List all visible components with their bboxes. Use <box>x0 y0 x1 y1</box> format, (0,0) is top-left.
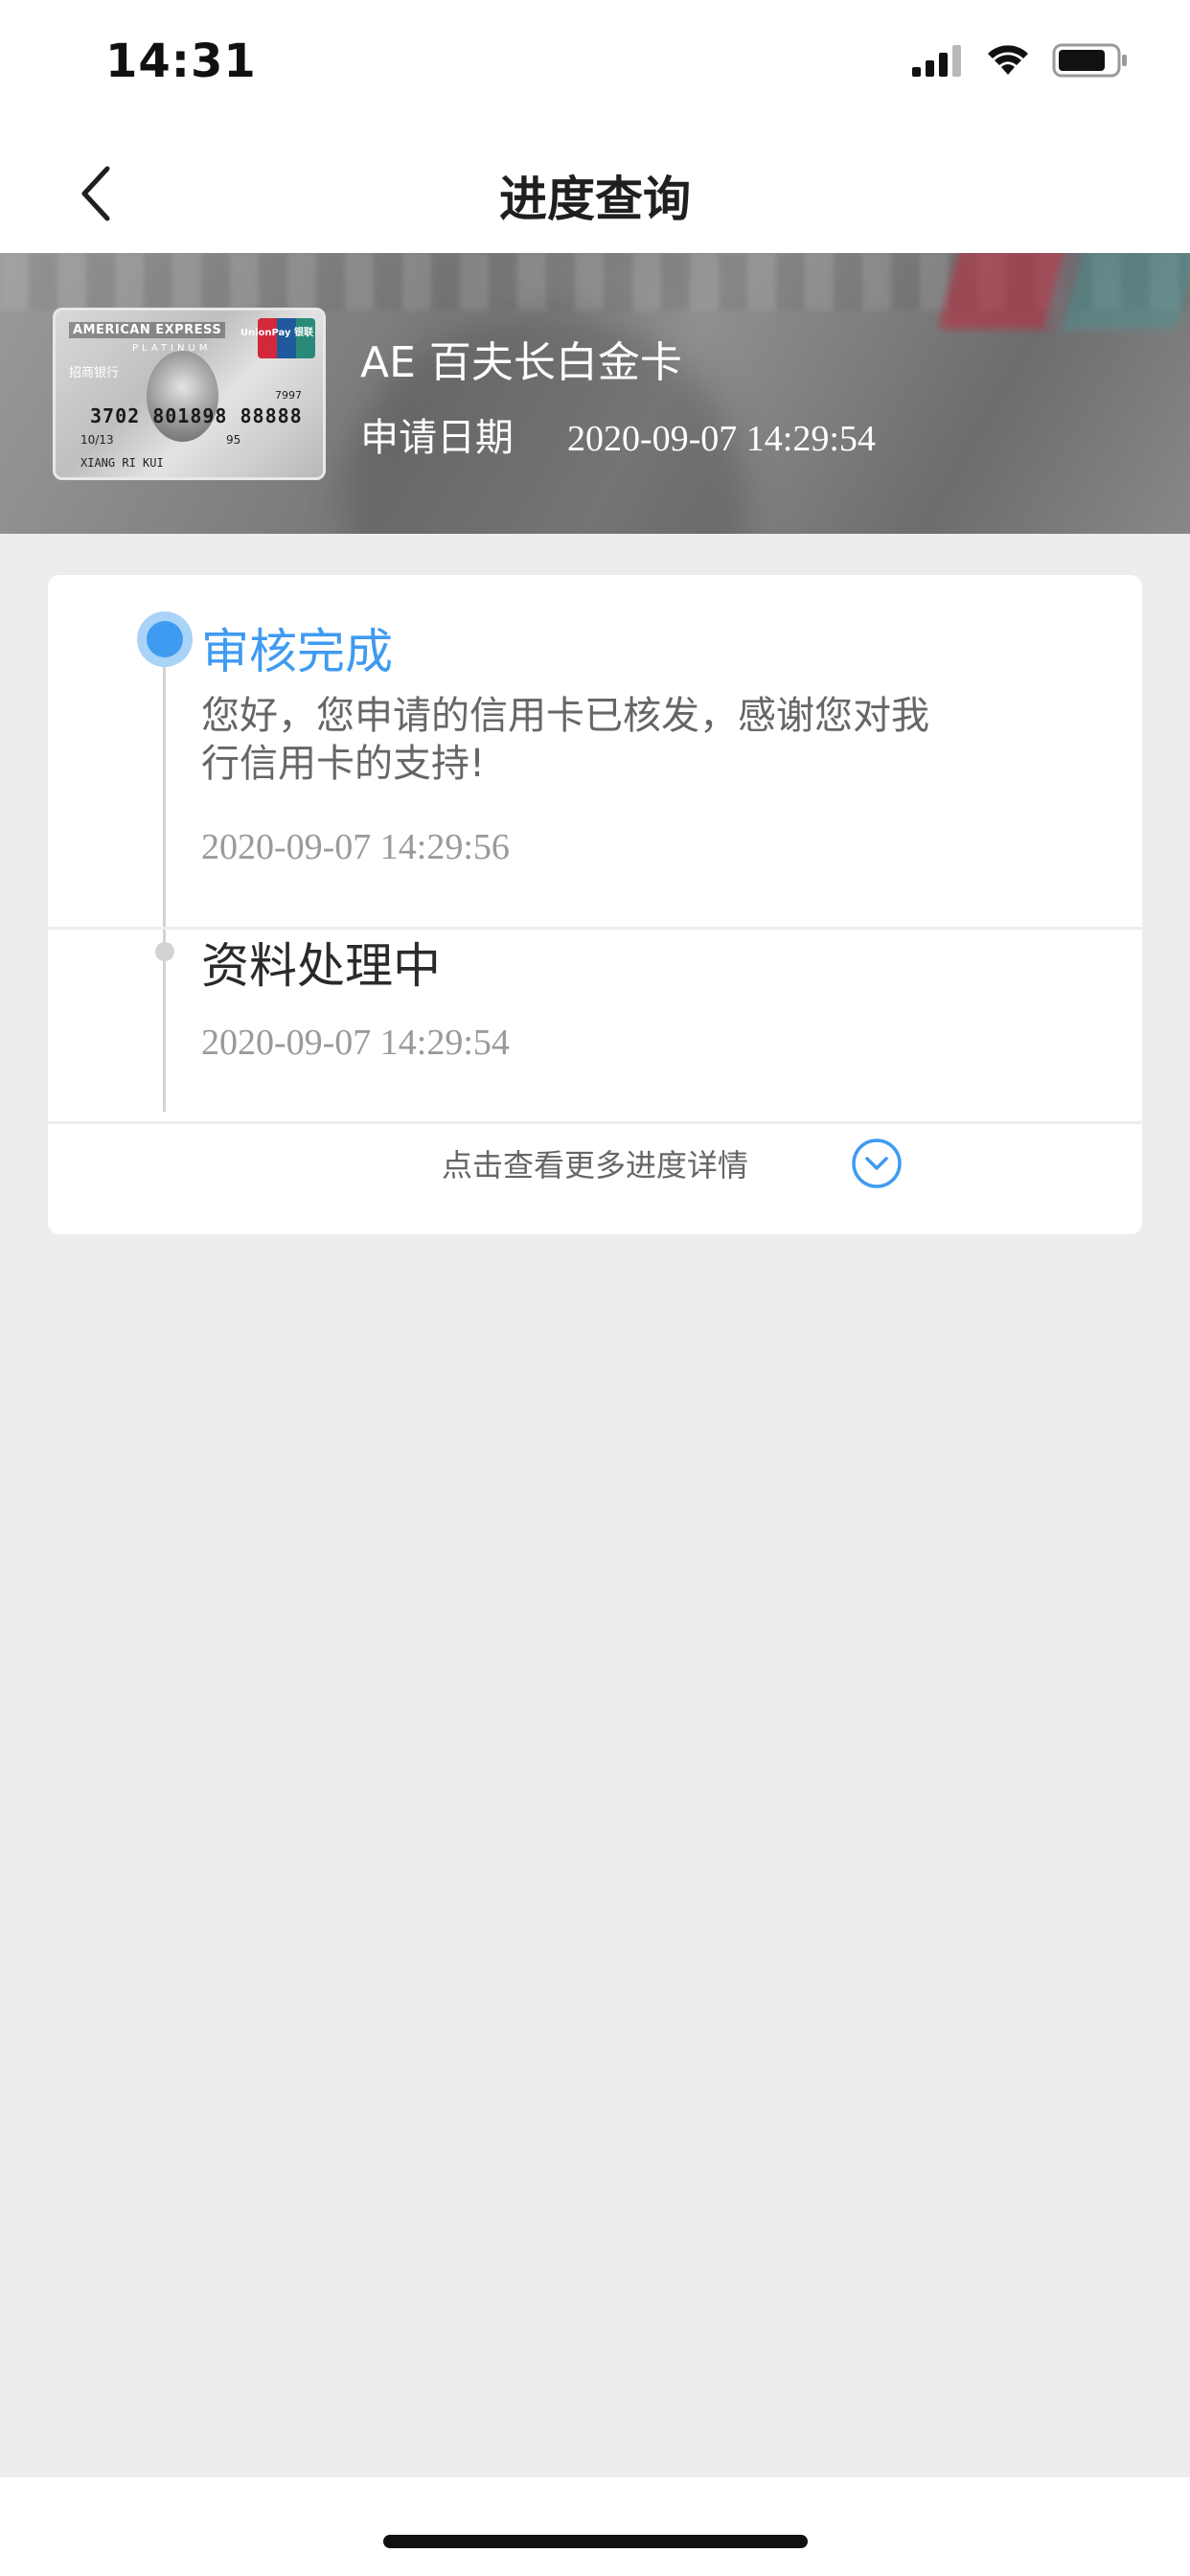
step-time: 2020-09-07 14:29:56 <box>201 827 510 867</box>
status-time: 14:31 <box>105 34 257 88</box>
card-tier: PLATINUM <box>132 343 212 354</box>
navigation-bar: 进度查询 <box>0 134 1190 253</box>
card-holder: XIANG RI KUI <box>80 456 164 470</box>
apply-date-row: 申请日期 2020-09-07 14:29:54 <box>360 406 876 462</box>
card-banner: AMERICAN EXPRESS PLATINUM 招商银行 UnionPay … <box>0 253 1190 534</box>
chevron-down-circle-icon <box>852 1138 902 1188</box>
cellular-signal-icon <box>912 45 961 77</box>
status-icons <box>910 42 1129 79</box>
step-description: 您好，您申请的信用卡已核发，感谢您对我行信用卡的支持! <box>201 694 929 786</box>
card-number-suffix: 7997 <box>275 389 302 402</box>
apply-date-label: 申请日期 <box>360 416 514 460</box>
home-indicator[interactable] <box>383 2535 808 2548</box>
wifi-icon <box>988 45 1028 75</box>
battery-icon <box>1052 43 1127 78</box>
timeline-line <box>163 642 166 1112</box>
card-valid-thru: 10/13 <box>80 433 114 447</box>
card-image: AMERICAN EXPRESS PLATINUM 招商银行 UnionPay … <box>53 308 326 480</box>
centurion-portrait <box>147 351 218 442</box>
step-title-approved: 审核完成 <box>201 624 393 679</box>
card-number: 3702 801898 88888 <box>90 404 303 427</box>
view-more-label: 点击查看更多进度详情 <box>441 1147 748 1184</box>
card-name: AE 百夫长白金卡 <box>360 338 682 387</box>
status-bar: 14:31 <box>0 0 1190 134</box>
card-code: 95 <box>226 433 241 447</box>
progress-card: 审核完成 您好，您申请的信用卡已核发，感谢您对我行信用卡的支持! 2020-09… <box>48 575 1142 1234</box>
view-more-progress-button[interactable]: 点击查看更多进度详情 <box>48 1124 1142 1203</box>
card-brand: AMERICAN EXPRESS <box>69 322 226 338</box>
banner-background-teal-stripe <box>1042 253 1190 330</box>
card-bank: 招商银行 <box>69 366 120 380</box>
card-network: UnionPay 银联 <box>240 328 313 338</box>
apply-date-value: 2020-09-07 14:29:54 <box>567 419 876 459</box>
step-title-processing: 资料处理中 <box>201 938 441 994</box>
page-title: 进度查询 <box>499 172 691 227</box>
timeline-dot-active-core <box>147 621 183 657</box>
timeline-dot <box>155 942 174 961</box>
bottom-safe-area <box>0 2477 1190 2576</box>
step-time: 2020-09-07 14:29:54 <box>201 1023 510 1063</box>
